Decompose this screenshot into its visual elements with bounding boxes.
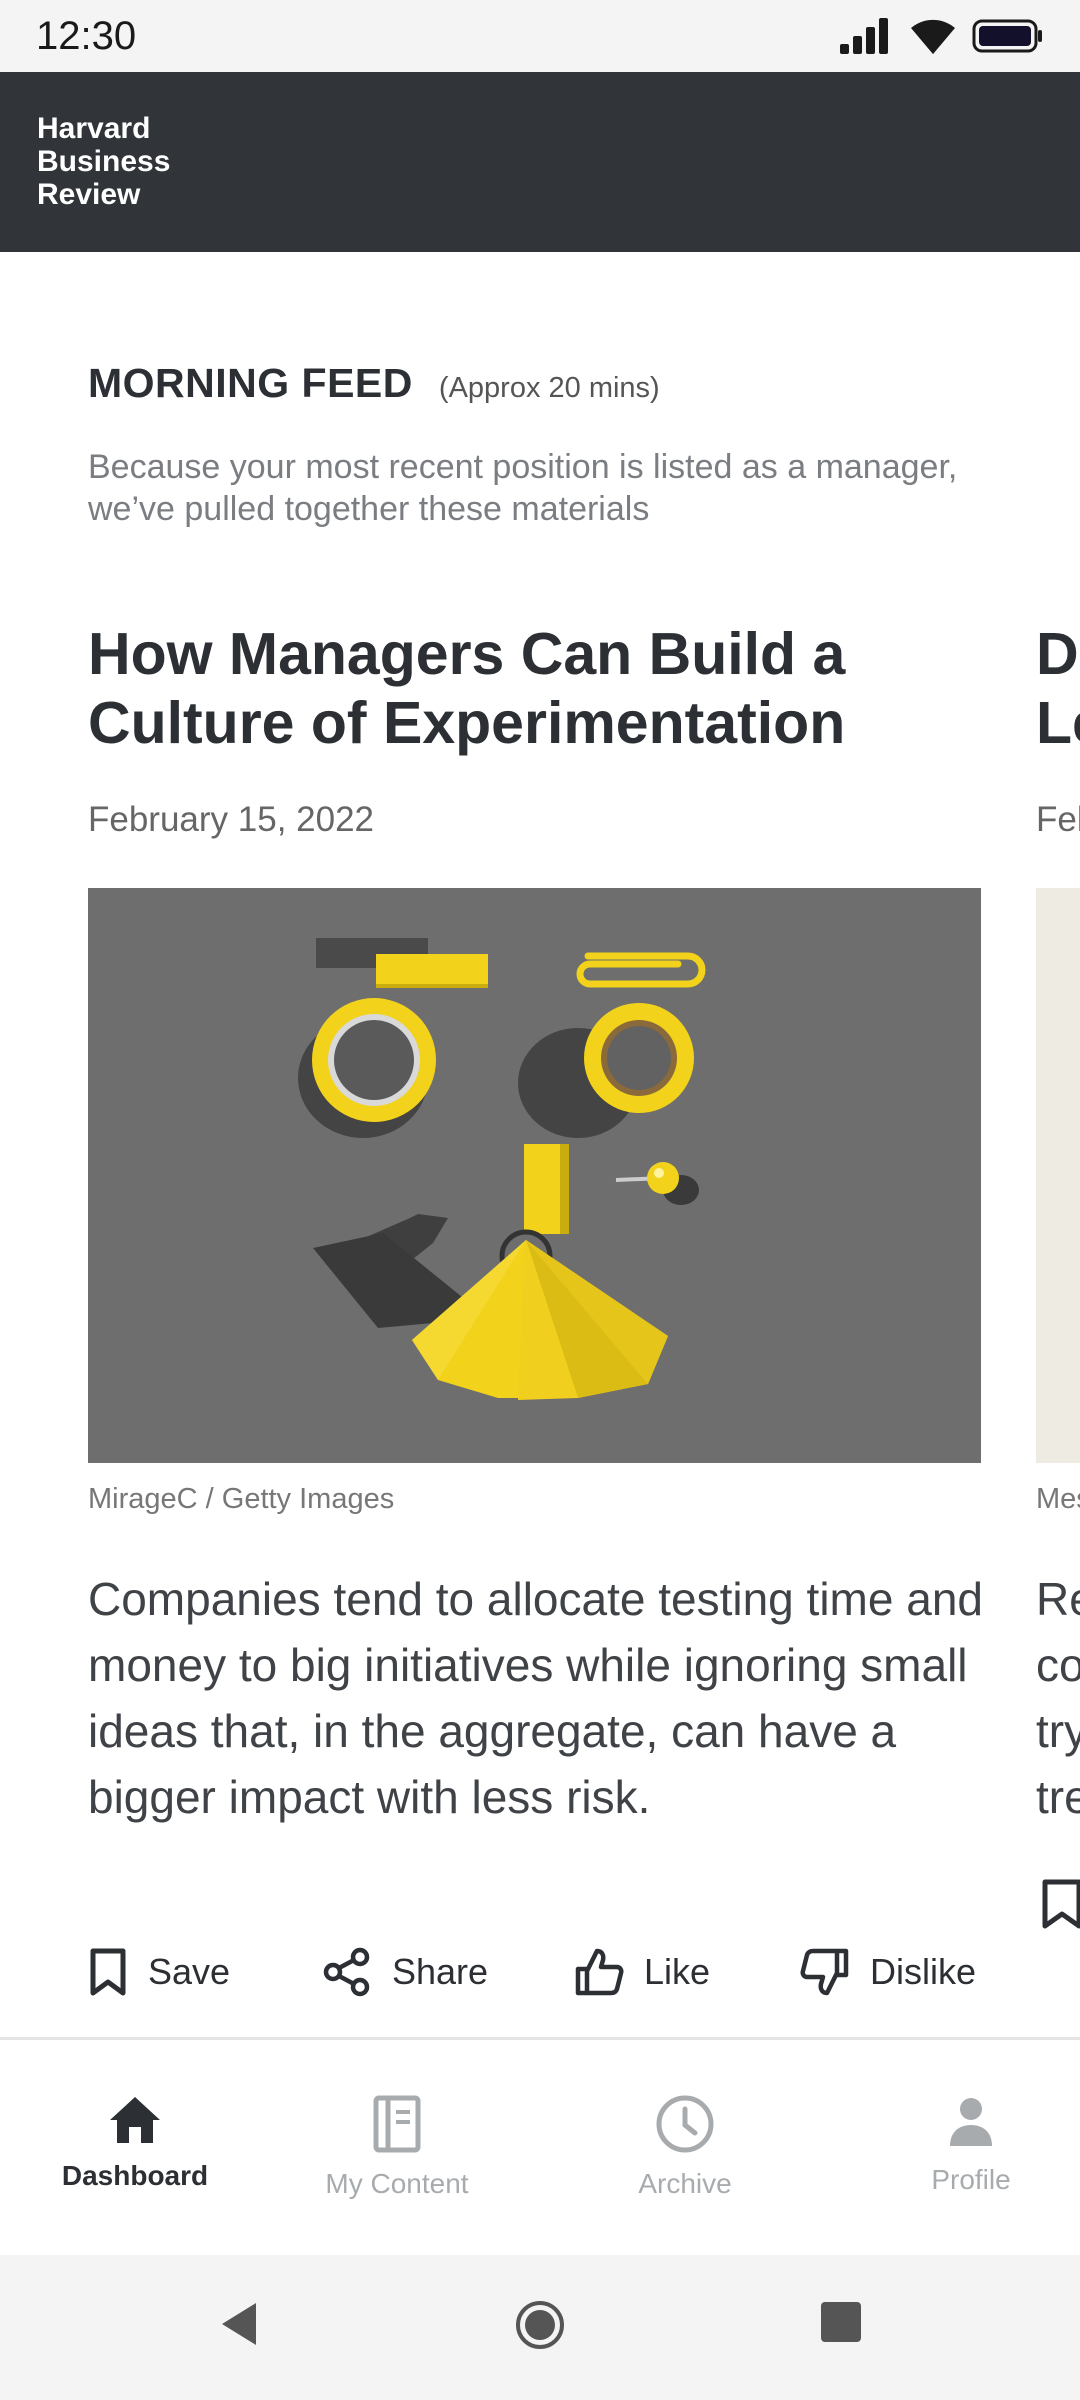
feed-description: Because your most recent position is lis… [88,448,958,528]
article-title[interactable]: How Managers Can Build a Culture of Expe… [88,620,988,758]
next-title-line-2: Le [1036,690,1080,756]
article-summary: Companies tend to allocate testing time … [88,1573,983,1823]
office-supplies-face-illustration [298,938,706,1400]
save-button[interactable]: Save [88,1940,230,2004]
person-icon [950,2098,992,2146]
battery-icon [972,19,1042,53]
signal-icon [840,18,888,54]
home-icon [110,2097,160,2143]
next-article-summary: Re co try tre [1036,1566,1080,1830]
bottom-nav: Dashboard My Content Archive Profile [0,2037,1080,2258]
share-icon [323,1947,370,1997]
feed-header: MORNING FEED (Approx 20 mins) [88,360,660,407]
next-summary-line: try [1036,1705,1080,1757]
share-label: Share [392,1951,489,1992]
bookmark-icon [1042,1879,1080,1929]
like-label: Like [644,1951,711,1992]
thumbs-down-icon [800,1948,849,1996]
app-header: Harvard Business Review [0,72,1080,252]
next-article-title[interactable]: D Le [1036,620,1080,758]
hbr-logo[interactable]: Harvard Business Review [37,112,170,211]
recents-icon[interactable] [818,2299,864,2345]
next-article-date: Fel [1036,800,1080,839]
clock-icon [656,2095,714,2153]
next-save-button[interactable] [1040,1878,1080,1935]
bookmark-icon [90,1948,126,1996]
notebook-icon [373,2095,421,2153]
nav-label: Profile [931,2164,1011,2195]
article-actions: Save Share Like Dislike [88,1940,981,2004]
dislike-label: Dislike [870,1951,977,1992]
thumbs-up-icon [575,1948,624,1996]
article-image[interactable] [88,888,981,1463]
feed-duration: (Approx 20 mins) [438,372,660,404]
nav-archive[interactable]: Archive [550,2040,820,2258]
nav-label: Dashboard [61,2160,209,2191]
status-time: 12:30 [36,14,137,58]
back-icon[interactable] [216,2299,260,2349]
next-summary-line: Re [1036,1573,1080,1625]
next-summary-line: tre [1036,1771,1080,1823]
nav-dashboard[interactable]: Dashboard [0,2040,270,2258]
nav-my-content[interactable]: My Content [262,2040,532,2258]
next-title-line-1: D [1036,621,1079,687]
share-button[interactable]: Share [322,1940,488,2004]
like-button[interactable]: Like [574,1940,710,2004]
article-date: February 15, 2022 [88,800,375,839]
feed-title: MORNING FEED [88,360,413,406]
next-image-credit: Mes [1036,1483,1080,1515]
status-bar: 12:30 [0,0,1080,72]
dislike-button[interactable]: Dislike [800,1940,976,2004]
next-summary-line: co [1036,1639,1080,1691]
status-icons [838,16,1044,56]
home-button-icon[interactable] [514,2299,566,2351]
nav-label: My Content [325,2168,469,2199]
nav-label: Archive [638,2168,732,2199]
nav-profile[interactable]: Profile [836,2040,1080,2258]
save-label: Save [148,1951,231,1992]
wifi-icon [911,19,955,54]
system-nav-bar [0,2255,1080,2400]
image-credit: MirageC / Getty Images [88,1483,395,1515]
next-article-image[interactable] [1036,888,1080,1463]
